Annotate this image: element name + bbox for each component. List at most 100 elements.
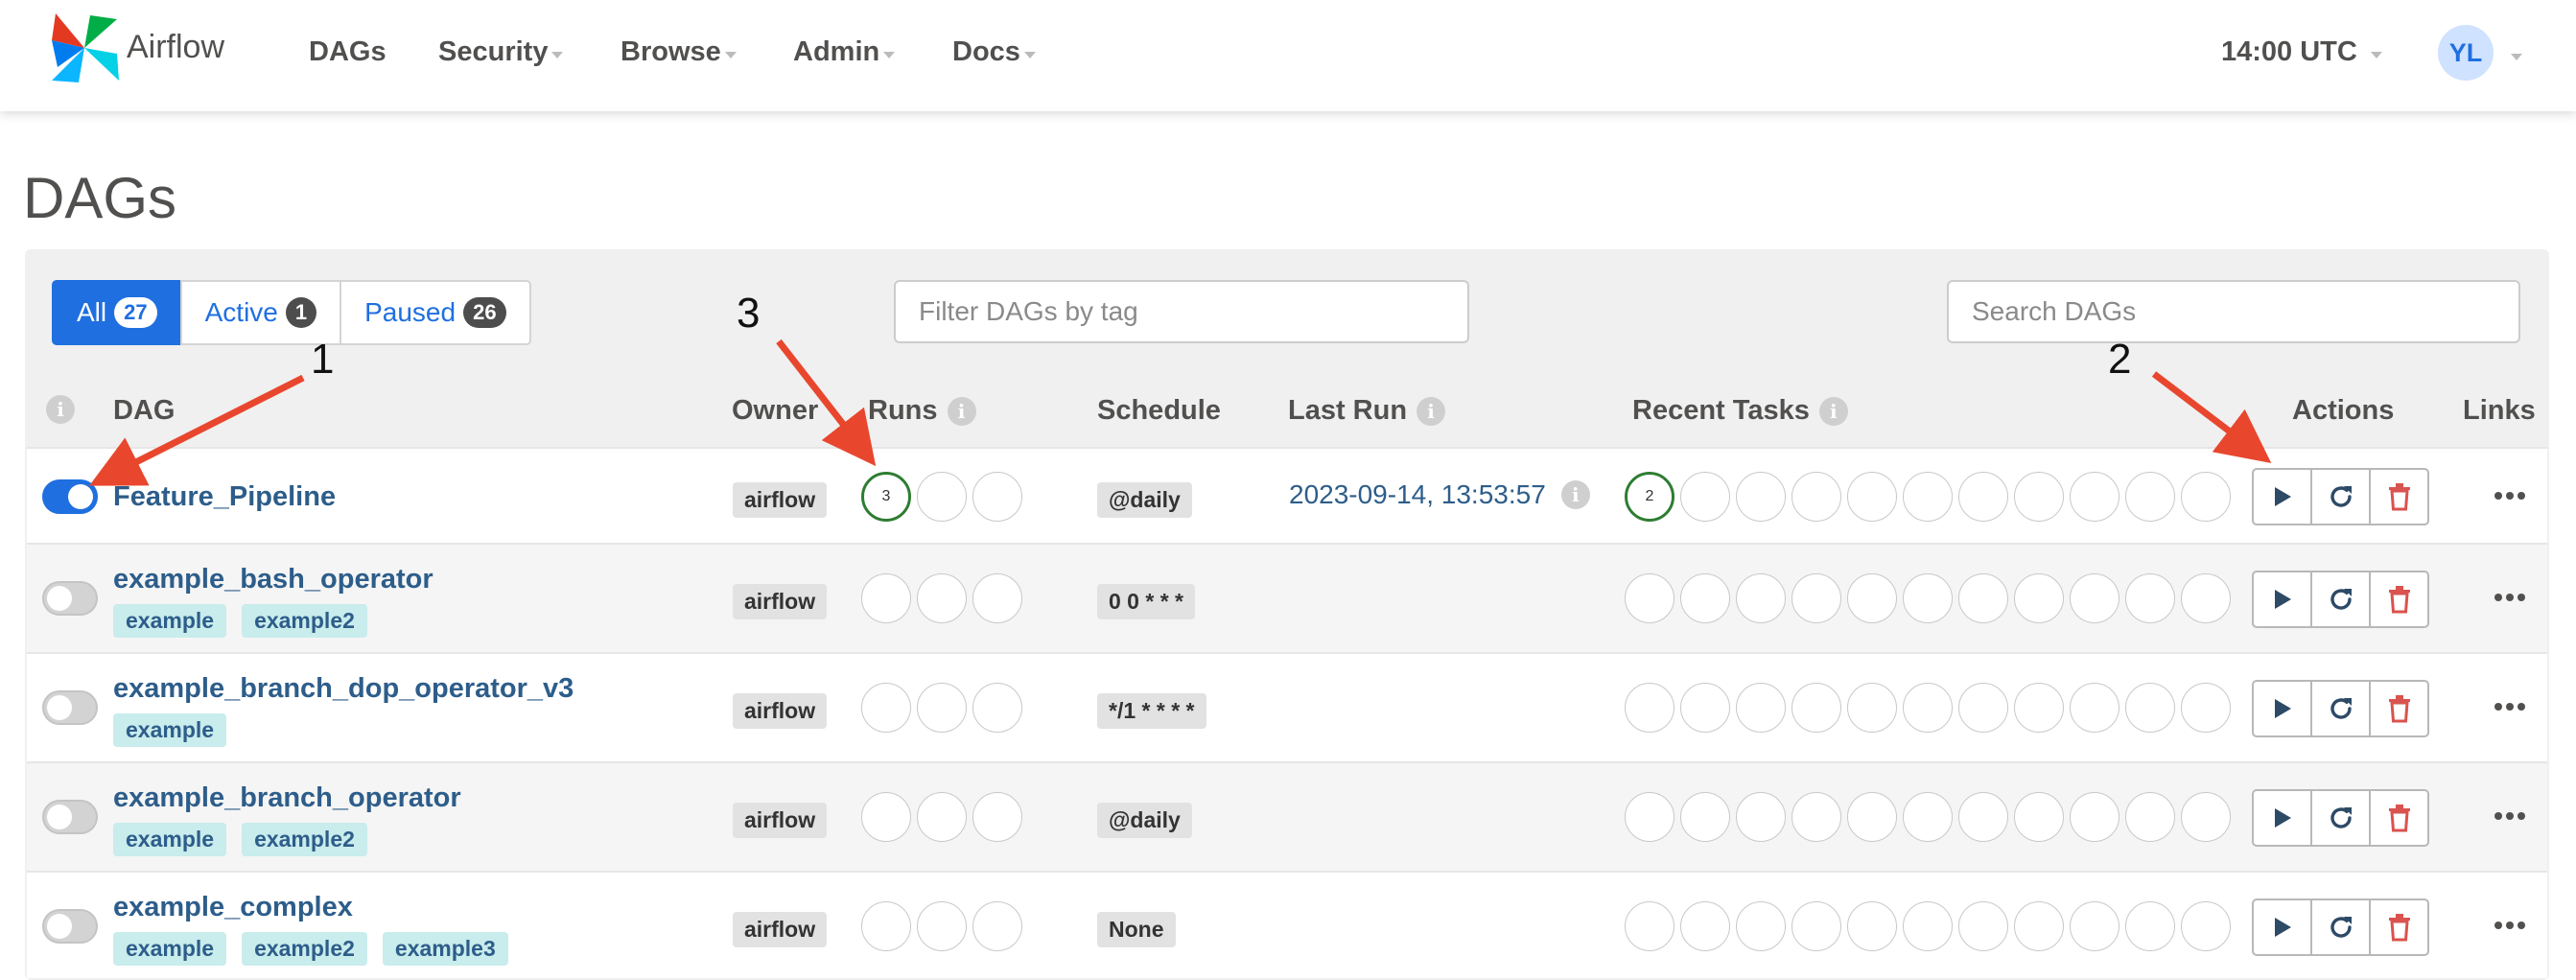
nav-browse[interactable]: Browse <box>621 36 737 68</box>
delete-dag-button[interactable] <box>2369 468 2429 525</box>
info-icon[interactable]: i <box>1818 396 1848 426</box>
links-menu[interactable] <box>2494 901 2526 939</box>
task-state-circle[interactable] <box>2125 901 2175 951</box>
col-dag-header[interactable]: DAG <box>113 395 175 427</box>
run-state-circle[interactable] <box>917 573 967 623</box>
task-state-circle[interactable] <box>1958 573 2008 623</box>
info-icon[interactable]: i <box>947 396 976 426</box>
links-menu[interactable] <box>2494 792 2526 829</box>
task-state-circle[interactable] <box>1903 792 1953 842</box>
filter-all-button[interactable]: All 27 <box>52 280 182 345</box>
task-state-circle[interactable] <box>1680 901 1730 951</box>
tag-badge[interactable]: example2 <box>242 604 367 638</box>
dag-link[interactable]: Feature_Pipeline <box>113 481 336 513</box>
nav-admin[interactable]: Admin <box>793 36 896 68</box>
tag-badge[interactable]: example2 <box>242 823 367 856</box>
task-state-circle[interactable] <box>1791 573 1841 623</box>
schedule-badge[interactable]: @daily <box>1097 803 1192 838</box>
dag-link[interactable]: example_branch_operator <box>113 782 461 814</box>
task-state-circle[interactable] <box>1625 573 1674 623</box>
task-state-circle[interactable] <box>1680 573 1730 623</box>
run-state-circle[interactable] <box>861 573 911 623</box>
airflow-logo[interactable]: Airflow <box>48 12 240 88</box>
trigger-dag-button[interactable] <box>2252 898 2312 956</box>
run-state-circle[interactable] <box>917 901 967 951</box>
task-state-circle[interactable] <box>2070 683 2119 733</box>
task-state-circle[interactable] <box>1791 792 1841 842</box>
run-state-circle[interactable] <box>917 472 967 522</box>
run-state-circle[interactable] <box>972 472 1022 522</box>
owner-badge[interactable]: airflow <box>733 584 828 619</box>
task-state-circle[interactable] <box>2070 472 2119 522</box>
tag-badge[interactable]: example <box>113 604 227 638</box>
refresh-dag-button[interactable] <box>2310 571 2371 628</box>
task-state-circle[interactable] <box>2181 683 2231 733</box>
task-state-circle[interactable] <box>1791 901 1841 951</box>
task-state-circle[interactable] <box>1625 792 1674 842</box>
col-schedule-header[interactable]: Schedule <box>1097 395 1221 427</box>
dag-pause-toggle[interactable] <box>42 479 98 514</box>
task-state-circle[interactable] <box>1903 901 1953 951</box>
schedule-badge[interactable]: @daily <box>1097 482 1192 518</box>
owner-badge[interactable]: airflow <box>733 912 828 947</box>
task-state-circle[interactable] <box>1791 683 1841 733</box>
task-state-circle[interactable] <box>1736 683 1786 733</box>
delete-dag-button[interactable] <box>2369 789 2429 847</box>
tag-badge[interactable]: example <box>113 713 227 747</box>
task-state-circle[interactable] <box>2125 573 2175 623</box>
task-state-circle[interactable] <box>1680 792 1730 842</box>
task-state-circle[interactable] <box>2070 573 2119 623</box>
schedule-badge[interactable]: */1 * * * * <box>1097 693 1206 729</box>
refresh-dag-button[interactable] <box>2310 468 2371 525</box>
refresh-dag-button[interactable] <box>2310 898 2371 956</box>
user-avatar[interactable]: YL <box>2438 25 2494 81</box>
info-icon[interactable]: i <box>46 395 75 424</box>
task-state-circle[interactable] <box>1680 683 1730 733</box>
dag-link[interactable]: example_branch_dop_operator_v3 <box>113 673 574 705</box>
run-state-circle[interactable]: 3 <box>861 472 911 522</box>
task-state-circle[interactable] <box>1847 901 1897 951</box>
tag-badge[interactable]: example <box>113 823 227 856</box>
dag-link[interactable]: example_bash_operator <box>113 564 433 595</box>
task-state-circle[interactable] <box>2125 683 2175 733</box>
task-state-circle[interactable] <box>1903 573 1953 623</box>
task-state-circle[interactable] <box>1625 683 1674 733</box>
run-state-circle[interactable] <box>861 792 911 842</box>
last-run-link[interactable]: 2023-09-14, 13:53:57 <box>1289 479 1546 510</box>
task-state-circle[interactable]: 2 <box>1625 472 1674 522</box>
task-state-circle[interactable] <box>1791 472 1841 522</box>
task-state-circle[interactable] <box>1736 472 1786 522</box>
schedule-badge[interactable]: None <box>1097 912 1176 947</box>
task-state-circle[interactable] <box>2181 792 2231 842</box>
links-menu[interactable] <box>2494 573 2526 611</box>
owner-badge[interactable]: airflow <box>733 693 828 729</box>
search-dags-input[interactable] <box>1947 280 2520 343</box>
task-state-circle[interactable] <box>2014 792 2064 842</box>
task-state-circle[interactable] <box>1680 472 1730 522</box>
tag-badge[interactable]: example3 <box>382 932 508 966</box>
delete-dag-button[interactable] <box>2369 898 2429 956</box>
nav-security[interactable]: Security <box>438 36 564 68</box>
task-state-circle[interactable] <box>1958 472 2008 522</box>
task-state-circle[interactable] <box>2014 472 2064 522</box>
task-state-circle[interactable] <box>2014 683 2064 733</box>
trigger-dag-button[interactable] <box>2252 571 2312 628</box>
tag-badge[interactable]: example <box>113 932 227 966</box>
dag-pause-toggle[interactable] <box>42 581 98 616</box>
run-state-circle[interactable] <box>917 792 967 842</box>
task-state-circle[interactable] <box>2125 792 2175 842</box>
info-icon[interactable]: i <box>1417 396 1446 426</box>
run-state-circle[interactable] <box>861 901 911 951</box>
utc-clock-dropdown[interactable]: 14:00 UTC <box>2221 36 2382 68</box>
task-state-circle[interactable] <box>1847 472 1897 522</box>
delete-dag-button[interactable] <box>2369 571 2429 628</box>
links-menu[interactable] <box>2494 472 2526 509</box>
info-icon[interactable]: i <box>1560 480 1590 509</box>
run-state-circle[interactable] <box>972 573 1022 623</box>
dag-pause-toggle[interactable] <box>42 800 98 834</box>
task-state-circle[interactable] <box>1903 472 1953 522</box>
dag-pause-toggle[interactable] <box>42 690 98 725</box>
task-state-circle[interactable] <box>1958 792 2008 842</box>
run-state-circle[interactable] <box>917 683 967 733</box>
task-state-circle[interactable] <box>2070 792 2119 842</box>
